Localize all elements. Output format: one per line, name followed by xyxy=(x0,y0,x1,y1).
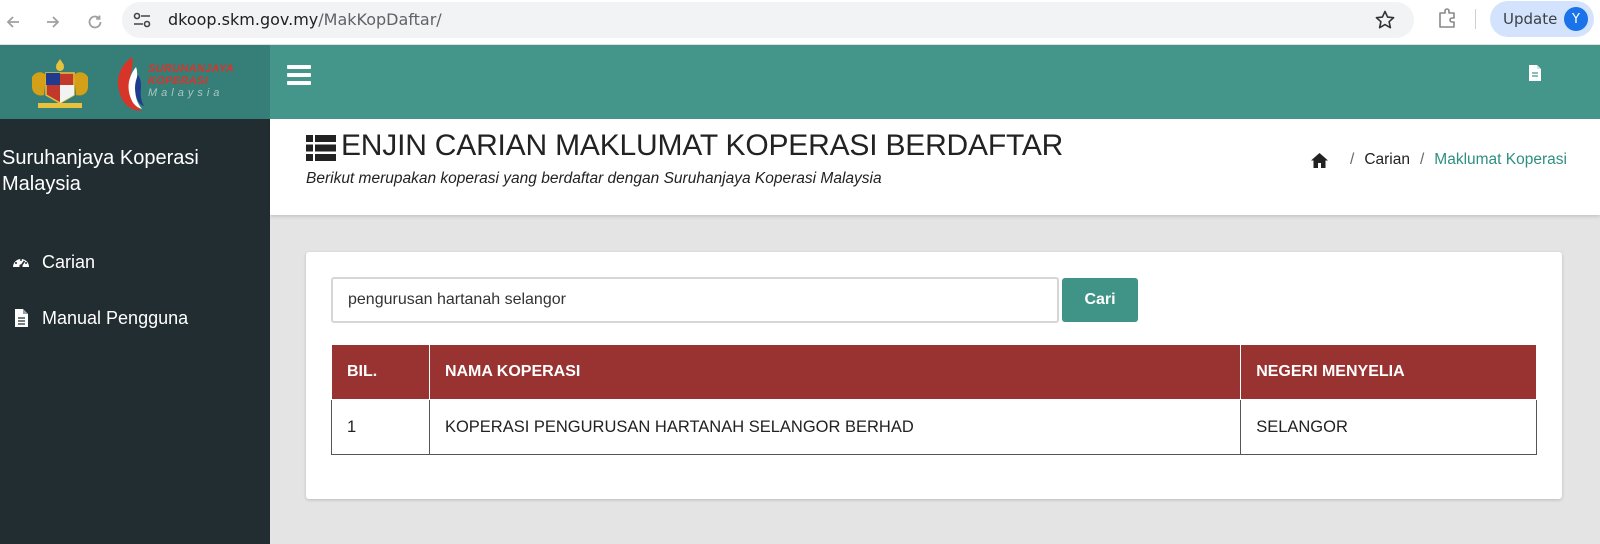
reload-icon[interactable] xyxy=(82,9,108,35)
site-info-icon[interactable] xyxy=(132,11,152,29)
document-icon xyxy=(12,309,30,327)
search-button[interactable]: Cari xyxy=(1062,278,1138,322)
logo-line-3: Malaysia xyxy=(148,87,224,99)
back-arrow-icon[interactable] xyxy=(0,9,26,35)
toolbar-separator xyxy=(1475,9,1476,29)
results-table: BIL. NAMA KOPERASI NEGERI MENYELIA 1 KOP… xyxy=(331,344,1537,455)
malaysia-coat-of-arms-logo xyxy=(24,55,96,113)
logo-line-1: SURUHANJAYA xyxy=(148,63,235,75)
column-header-bil: BIL. xyxy=(331,344,430,400)
extensions-puzzle-icon[interactable] xyxy=(1436,6,1460,32)
breadcrumb-separator: / xyxy=(1419,151,1425,168)
sidebar-org-name: Suruhanjaya Koperasi Malaysia xyxy=(2,147,199,195)
cell-nama-koperasi[interactable]: KOPERASI PENGURUSAN HARTANAH SELANGOR BE… xyxy=(428,399,1242,455)
dashboard-icon xyxy=(12,253,30,271)
browser-toolbar: dkoop.skm.gov.my/MakKopDaftar/ Update Y xyxy=(0,0,1600,45)
breadcrumb: / Carian / Maklumat Koperasi xyxy=(1310,151,1567,169)
url-text[interactable]: dkoop.skm.gov.my/MakKopDaftar/ xyxy=(168,10,442,29)
sidebar-item-carian[interactable]: Carian xyxy=(0,242,270,282)
document-icon[interactable] xyxy=(1527,64,1543,82)
forward-arrow-icon[interactable] xyxy=(40,9,66,35)
column-header-negeri-menyelia: NEGERI MENYELIA xyxy=(1240,344,1537,400)
cell-negeri-menyelia: SELANGOR xyxy=(1240,399,1537,455)
column-header-nama-koperasi: NAMA KOPERASI xyxy=(428,344,1242,400)
skm-wordmark-logo: SURUHANJAYA KOPERASI Malaysia xyxy=(148,63,234,99)
logo-line-2: KOPERASI xyxy=(148,75,208,87)
bookmark-star-icon[interactable] xyxy=(1374,9,1396,31)
breadcrumb-separator: / xyxy=(1350,151,1355,168)
update-button[interactable]: Update Y xyxy=(1490,1,1594,37)
top-navbar xyxy=(270,45,1600,119)
breadcrumb-carian[interactable]: Carian xyxy=(1364,151,1410,169)
page-subtitle: Berikut merupakan koperasi yang berdafta… xyxy=(306,170,882,187)
address-bar[interactable]: dkoop.skm.gov.my/MakKopDaftar/ xyxy=(122,2,1414,38)
update-label: Update xyxy=(1503,10,1558,28)
logo-area: SURUHANJAYA KOPERASI Malaysia xyxy=(0,45,270,119)
breadcrumb-current: Maklumat Koperasi xyxy=(1434,151,1567,168)
table-row[interactable]: 1 KOPERASI PENGURUSAN HARTANAH SELANGOR … xyxy=(331,399,1537,455)
page-title: ENJIN CARIAN MAKLUMAT KOPERASI BERDAFTAR xyxy=(341,129,1064,162)
skm-emblem-logo xyxy=(108,53,148,115)
url-host: dkoop.skm.gov.my xyxy=(168,10,319,29)
menu-toggle-icon[interactable] xyxy=(287,65,311,85)
sidebar-item-label: Manual Pengguna xyxy=(42,307,189,328)
sidebar-item-manual-pengguna[interactable]: Manual Pengguna xyxy=(0,298,270,338)
home-icon[interactable] xyxy=(1310,152,1329,169)
url-path: /MakKopDaftar/ xyxy=(318,10,442,29)
cell-bil: 1 xyxy=(331,399,430,455)
sidebar-item-label: Carian xyxy=(42,251,96,272)
search-input[interactable] xyxy=(331,277,1059,323)
table-header-row: BIL. NAMA KOPERASI NEGERI MENYELIA xyxy=(331,344,1537,400)
profile-avatar[interactable]: Y xyxy=(1564,7,1588,31)
list-icon xyxy=(306,135,336,161)
